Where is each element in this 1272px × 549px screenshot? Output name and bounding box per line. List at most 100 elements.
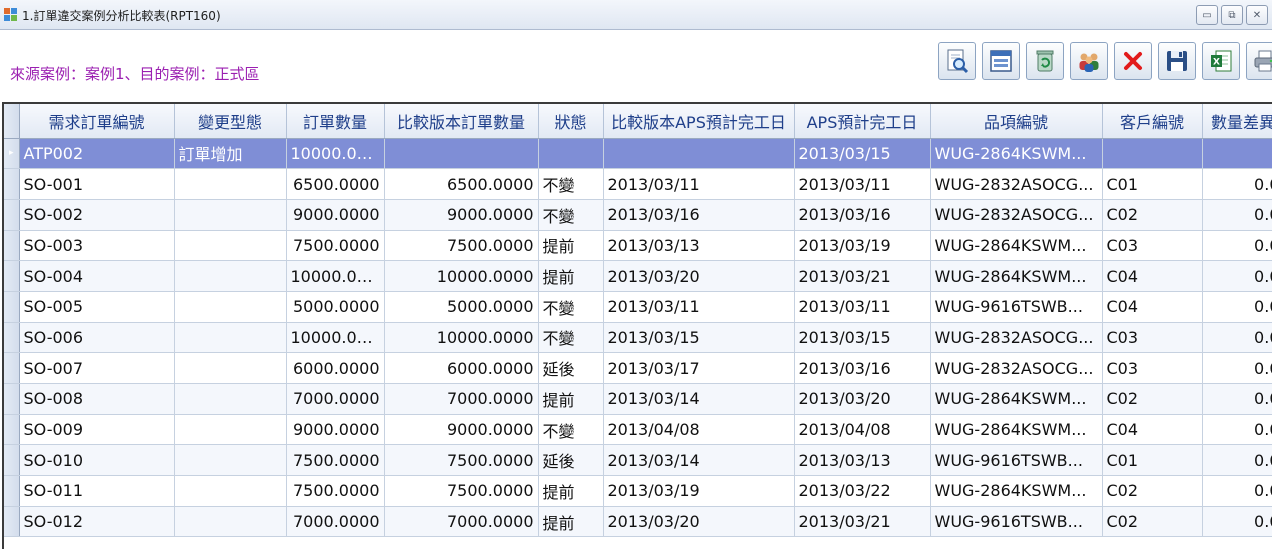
table-cell[interactable]: WUG-2864KSWM... xyxy=(930,230,1103,262)
table-cell[interactable]: 提前 xyxy=(538,230,604,262)
table-cell[interactable]: 0.0 xyxy=(1202,260,1272,292)
table-cell[interactable]: C03 xyxy=(1102,352,1203,384)
table-cell[interactable]: 6500.0000 xyxy=(384,168,539,200)
table-cell[interactable]: WUG-2864KSWM... xyxy=(930,138,1103,170)
table-cell[interactable]: 延後 xyxy=(538,444,604,477)
table-cell[interactable]: 0.0 xyxy=(1202,199,1272,231)
row-header[interactable] xyxy=(4,199,20,231)
table-cell[interactable]: 延後 xyxy=(538,352,604,384)
table-cell[interactable]: WUG-9616TSWB... xyxy=(930,444,1103,477)
table-cell[interactable]: 2013/04/08 xyxy=(603,414,795,446)
col-header-status[interactable]: 狀態 xyxy=(538,104,604,139)
col-header-compare-finish-date[interactable]: 比較版本APS預計完工日 xyxy=(603,104,795,139)
table-cell[interactable]: 2013/03/11 xyxy=(603,168,795,200)
table-row[interactable]: SO-001 6500.0000 6500.0000 不變 2013/03/11 2013… xyxy=(4,168,1272,200)
row-header[interactable] xyxy=(4,168,20,200)
table-cell[interactable]: 0.0 xyxy=(1202,291,1272,323)
table-cell[interactable]: WUG-2832ASOCG... xyxy=(930,199,1103,231)
table-cell[interactable]: 2013/03/13 xyxy=(794,444,931,477)
table-row[interactable]: SO-010 7500.0000 7500.0000 延後 2013/03/14 2013… xyxy=(4,444,1272,477)
table-cell[interactable]: WUG-2864KSWM... xyxy=(930,383,1103,415)
table-cell[interactable]: 0.0 xyxy=(1202,352,1272,384)
table-cell[interactable]: 2013/03/21 xyxy=(794,506,931,538)
table-cell[interactable]: 7000.0000 xyxy=(384,383,539,415)
table-cell[interactable]: C04 xyxy=(1102,260,1203,292)
table-cell[interactable]: 2013/03/20 xyxy=(603,506,795,538)
table-cell[interactable]: 9000.0000 xyxy=(384,414,539,446)
table-cell[interactable]: 不變 xyxy=(538,322,604,354)
close-button[interactable]: ✕ xyxy=(1246,5,1268,25)
restore-button[interactable]: ⧉ xyxy=(1221,5,1243,25)
table-cell[interactable]: 2013/03/14 xyxy=(603,444,795,477)
table-cell[interactable]: 7500.0000 xyxy=(286,230,385,262)
table-cell[interactable]: 2013/03/16 xyxy=(794,199,931,231)
table-row[interactable]: SO-005 5000.0000 5000.0000 不變 2013/03/11 2013… xyxy=(4,291,1272,323)
table-cell[interactable]: 10000.00... xyxy=(286,322,385,354)
table-cell[interactable]: C04 xyxy=(1102,414,1203,446)
table-cell[interactable]: 2013/03/15 xyxy=(603,322,795,354)
table-cell[interactable]: SO-002 xyxy=(19,199,175,231)
table-cell[interactable]: 10000.00... xyxy=(286,260,385,292)
preview-button[interactable] xyxy=(938,42,976,80)
table-cell[interactable]: ATP002 xyxy=(19,138,175,170)
col-header-change-type[interactable]: 變更型態 xyxy=(174,104,287,139)
minimize-button[interactable]: ▭ xyxy=(1196,5,1218,25)
table-cell[interactable] xyxy=(1102,138,1203,170)
table-cell[interactable] xyxy=(1202,138,1272,170)
table-cell[interactable]: 2013/03/17 xyxy=(603,352,795,384)
table-cell[interactable]: WUG-2832ASOCG... xyxy=(930,352,1103,384)
table-cell[interactable]: 2013/04/08 xyxy=(794,414,931,446)
table-cell[interactable]: 6000.0000 xyxy=(384,352,539,384)
table-cell[interactable]: WUG-2864KSWM... xyxy=(930,414,1103,446)
table-cell[interactable]: 2013/03/20 xyxy=(794,383,931,415)
delete-button[interactable] xyxy=(1114,42,1152,80)
users-button[interactable] xyxy=(1070,42,1108,80)
table-cell[interactable]: C04 xyxy=(1102,291,1203,323)
table-cell[interactable]: 10000.0000 xyxy=(384,322,539,354)
table-cell[interactable]: 0.0 xyxy=(1202,475,1272,507)
table-cell[interactable] xyxy=(174,291,287,323)
table-cell[interactable] xyxy=(174,383,287,415)
table-cell[interactable]: 2013/03/13 xyxy=(603,230,795,262)
table-cell[interactable]: C03 xyxy=(1102,322,1203,354)
table-cell[interactable] xyxy=(538,138,604,170)
table-cell[interactable]: 0.0 xyxy=(1202,506,1272,538)
table-cell[interactable]: 9000.0000 xyxy=(384,199,539,231)
table-cell[interactable]: C02 xyxy=(1102,506,1203,538)
clear-button[interactable] xyxy=(1026,42,1064,80)
table-cell[interactable]: 不變 xyxy=(538,291,604,323)
table-row[interactable]: SO-002 9000.0000 9000.0000 不變 2013/03/16 2013… xyxy=(4,199,1272,231)
row-header[interactable] xyxy=(4,352,20,384)
table-cell[interactable]: WUG-2864KSWM... xyxy=(930,475,1103,507)
table-cell[interactable]: 不變 xyxy=(538,199,604,231)
table-cell[interactable]: C02 xyxy=(1102,199,1203,231)
table-row[interactable]: ▸ ATP002 訂單增加 10000.00... 2013/03/15 WUG-2864… xyxy=(4,138,1272,170)
row-header[interactable] xyxy=(4,414,20,446)
table-cell[interactable]: 0.0 xyxy=(1202,168,1272,200)
table-cell[interactable]: 2013/03/16 xyxy=(794,352,931,384)
table-cell[interactable]: 10000.00... xyxy=(286,138,385,170)
table-cell[interactable]: 9000.0000 xyxy=(286,199,385,231)
table-row[interactable]: SO-011 7500.0000 7500.0000 提前 2013/03/19 2013… xyxy=(4,475,1272,507)
table-cell[interactable]: 不變 xyxy=(538,414,604,446)
table-cell[interactable]: 0.0 xyxy=(1202,444,1272,477)
row-header[interactable] xyxy=(4,322,20,354)
table-cell[interactable]: 不變 xyxy=(538,168,604,200)
table-cell[interactable] xyxy=(384,138,539,170)
table-cell[interactable]: SO-007 xyxy=(19,352,175,384)
table-cell[interactable]: 提前 xyxy=(538,475,604,507)
table-cell[interactable]: 2013/03/22 xyxy=(794,475,931,507)
table-cell[interactable]: WUG-2832ASOCG... xyxy=(930,322,1103,354)
table-cell[interactable]: C01 xyxy=(1102,444,1203,477)
table-cell[interactable]: SO-003 xyxy=(19,230,175,262)
table-cell[interactable]: 5000.0000 xyxy=(286,291,385,323)
table-row[interactable]: SO-004 10000.00... 10000.0000 提前 2013/03/20 2… xyxy=(4,260,1272,292)
table-cell[interactable]: 10000.0000 xyxy=(384,260,539,292)
table-row[interactable]: SO-009 9000.0000 9000.0000 不變 2013/04/08 2013… xyxy=(4,414,1272,446)
table-cell[interactable]: WUG-9616TSWB... xyxy=(930,506,1103,538)
table-cell[interactable]: 7000.0000 xyxy=(286,383,385,415)
table-cell[interactable]: 6000.0000 xyxy=(286,352,385,384)
table-row[interactable]: SO-007 6000.0000 6000.0000 延後 2013/03/17 2013… xyxy=(4,352,1272,384)
col-header-compare-qty[interactable]: 比較版本訂單數量 xyxy=(384,104,539,139)
table-cell[interactable]: WUG-2864KSWM... xyxy=(930,260,1103,292)
